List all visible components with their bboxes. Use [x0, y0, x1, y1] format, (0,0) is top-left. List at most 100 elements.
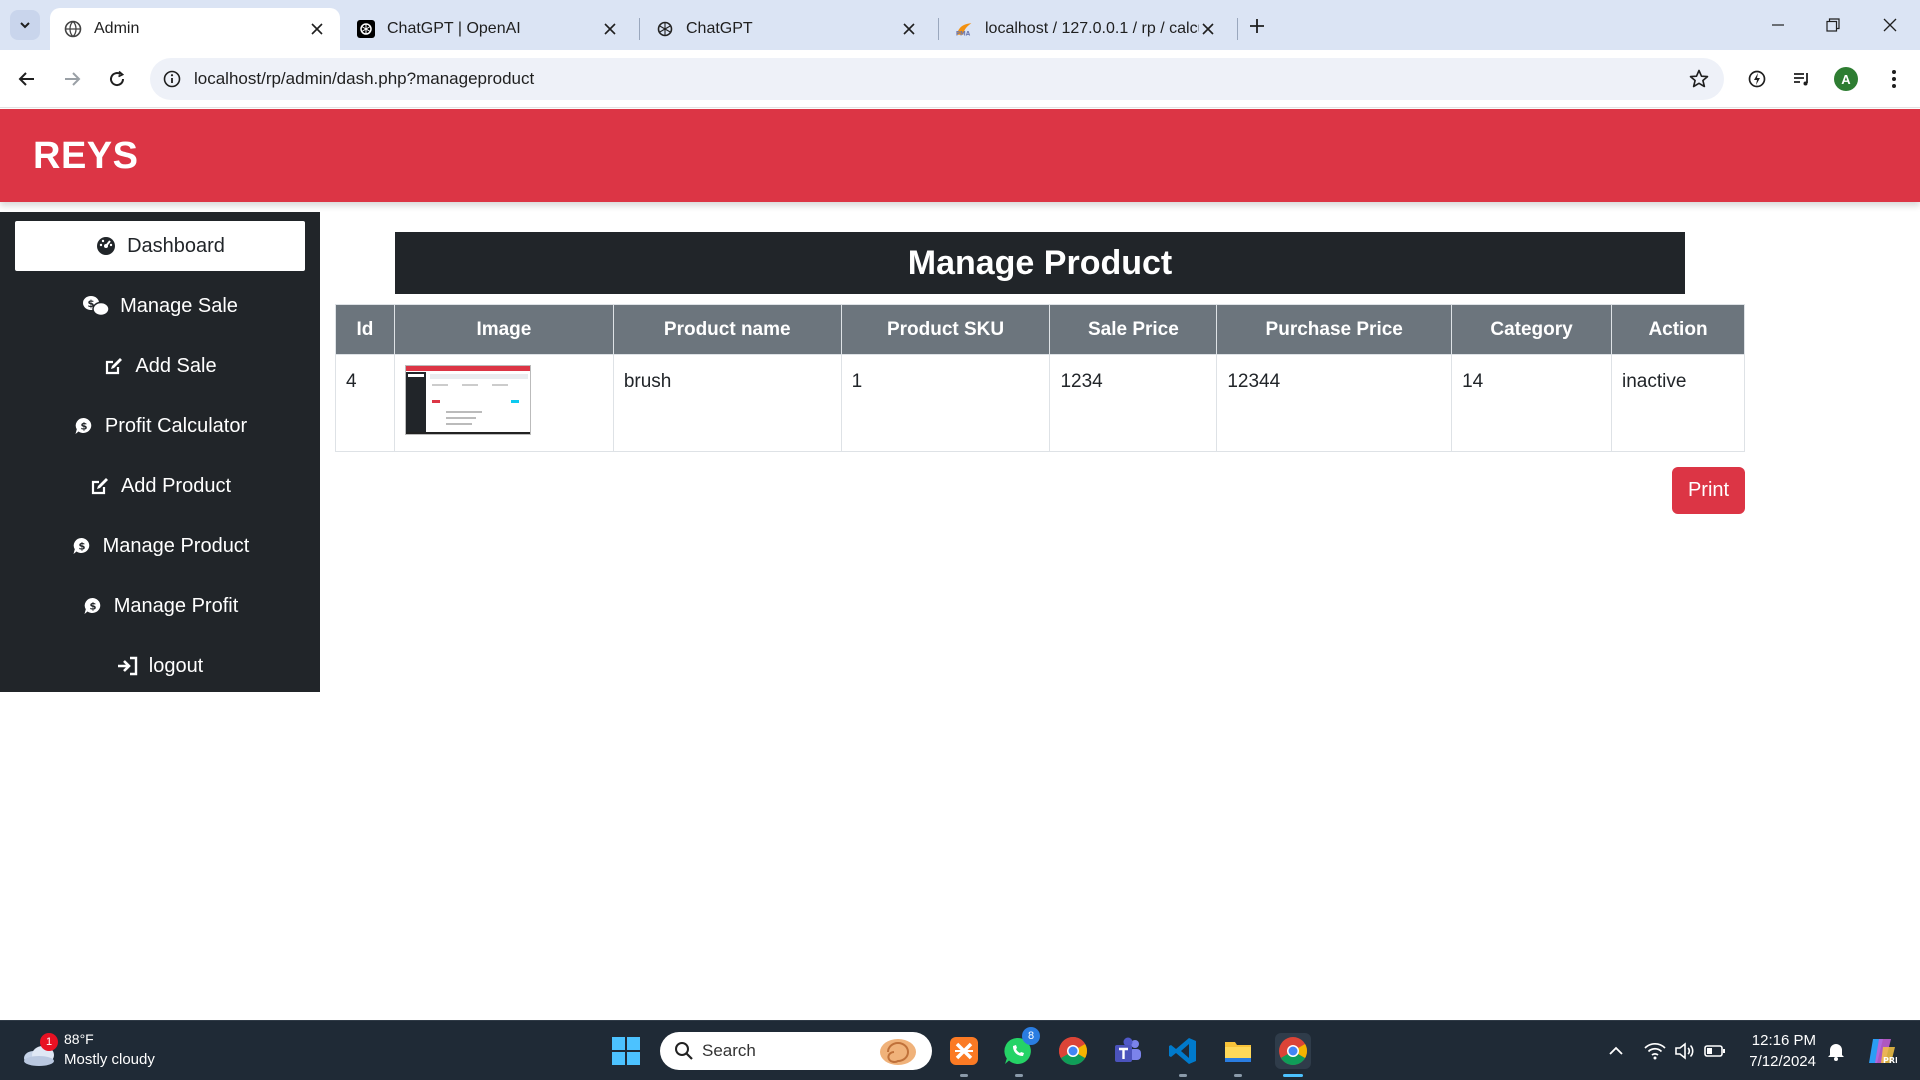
- page-title: Manage Product: [395, 232, 1685, 294]
- url-text[interactable]: localhost/rp/admin/dash.php?manageproduc…: [194, 69, 1674, 89]
- weather-temperature: 88°F: [64, 1031, 94, 1047]
- header-bar: REYS: [0, 109, 1920, 202]
- close-icon: [1883, 18, 1897, 32]
- browser-menu-button[interactable]: [1879, 64, 1909, 94]
- running-indicator: [960, 1074, 968, 1077]
- address-bar[interactable]: localhost/rp/admin/dash.php?manageproduc…: [150, 58, 1724, 100]
- dollar-chat-icon: $: [82, 595, 104, 617]
- tab-title: localhost / 127.0.0.1 / rp / calcu: [985, 20, 1199, 37]
- teams-icon: [1115, 1037, 1141, 1062]
- back-button[interactable]: [12, 64, 42, 94]
- tab-title: ChatGPT | OpenAI: [387, 20, 521, 37]
- column-header-sale-price: Sale Price: [1049, 304, 1218, 355]
- reload-button[interactable]: [102, 64, 132, 94]
- print-button[interactable]: Print: [1672, 467, 1745, 514]
- tab-search-button[interactable]: [10, 10, 40, 40]
- sidebar-item-label: Profit Calculator: [104, 414, 248, 437]
- close-icon[interactable]: [601, 20, 619, 38]
- chrome-app[interactable]: [1055, 1033, 1091, 1069]
- weather-widget[interactable]: 1 88°F Mostly cloudy: [22, 1031, 202, 1071]
- column-header-image: Image: [393, 304, 614, 355]
- sidebar-item-manage-product[interactable]: $ Manage Product: [15, 521, 305, 571]
- tab-separator: [639, 18, 640, 40]
- restore-button[interactable]: [1813, 10, 1853, 40]
- new-tab-button[interactable]: [1244, 13, 1270, 39]
- column-header-product-name: Product name: [612, 304, 842, 355]
- sidebar-item-add-product[interactable]: Add Product: [15, 461, 305, 511]
- sidebar-item-manage-profit[interactable]: $ Manage Profit: [15, 581, 305, 631]
- speaker-icon: [1675, 1042, 1694, 1060]
- media-control-button[interactable]: [1787, 64, 1817, 94]
- file-explorer-app[interactable]: [1220, 1033, 1256, 1069]
- column-header-id: Id: [335, 304, 395, 355]
- battery-icon: [1704, 1045, 1725, 1057]
- xampp-icon: [950, 1037, 978, 1065]
- sidebar-item-manage-sale[interactable]: $ Manage Sale: [15, 281, 305, 331]
- notifications-button[interactable]: [1824, 1039, 1848, 1063]
- globe-icon: [64, 20, 82, 38]
- svg-text:$: $: [80, 422, 87, 433]
- tab-title: ChatGPT: [686, 20, 753, 37]
- sidebar-item-logout[interactable]: logout: [15, 641, 305, 691]
- volume-status[interactable]: [1673, 1039, 1697, 1063]
- cell-image: [393, 354, 614, 452]
- brand-logo[interactable]: REYS: [33, 135, 138, 178]
- tab-chatgpt-openai[interactable]: ChatGPT | OpenAI: [343, 8, 633, 50]
- sidebar-item-label: Add Sale: [135, 354, 217, 377]
- system-clock[interactable]: 12:16 PM 7/12/2024: [1742, 1030, 1816, 1072]
- phpmyadmin-icon: PMA: [955, 20, 973, 38]
- chevron-up-icon: [1609, 1046, 1623, 1055]
- column-header-action: Action: [1611, 304, 1745, 355]
- wifi-icon: [1644, 1042, 1666, 1060]
- vscode-app[interactable]: [1165, 1033, 1201, 1069]
- teams-app[interactable]: [1110, 1033, 1146, 1069]
- sidebar-item-dashboard[interactable]: Dashboard: [15, 221, 305, 271]
- copilot-button[interactable]: PRE: [1864, 1036, 1898, 1066]
- sidebar-item-label: Dashboard: [127, 234, 225, 257]
- cell-product-sku: 1: [840, 354, 1051, 452]
- sidebar-item-add-sale[interactable]: Add Sale: [15, 341, 305, 391]
- sidebar-item-label: Manage Sale: [120, 294, 238, 317]
- reload-icon: [110, 70, 125, 87]
- taskbar: 1 88°F Mostly cloudy Search 8 12:16 PM 7…: [0, 1020, 1920, 1080]
- plus-icon: [1250, 19, 1264, 33]
- sidebar-item-profit-calculator[interactable]: $ Profit Calculator: [15, 401, 305, 451]
- restore-icon: [1826, 18, 1840, 32]
- profile-avatar[interactable]: A: [1834, 67, 1858, 91]
- tab-chatgpt[interactable]: ChatGPT: [642, 8, 932, 50]
- folder-icon: [1225, 1042, 1251, 1062]
- close-window-button[interactable]: [1870, 10, 1910, 40]
- minimize-button[interactable]: [1758, 10, 1798, 40]
- search-icon: [675, 1042, 693, 1060]
- svg-text:PMA: PMA: [956, 32, 971, 38]
- running-indicator: [1234, 1074, 1242, 1077]
- close-icon[interactable]: [1199, 20, 1217, 38]
- forward-button[interactable]: [57, 64, 87, 94]
- whatsapp-app[interactable]: 8: [1000, 1027, 1040, 1069]
- close-icon[interactable]: [308, 20, 326, 38]
- battery-status[interactable]: [1703, 1039, 1727, 1063]
- taskbar-search-placeholder: Search: [702, 1041, 756, 1060]
- tab-admin[interactable]: Admin: [50, 8, 340, 50]
- column-header-product-sku: Product SKU: [840, 304, 1051, 355]
- extension-button[interactable]: [1742, 64, 1772, 94]
- chrome-app-active[interactable]: [1275, 1033, 1311, 1069]
- playlist-icon: [1794, 73, 1808, 86]
- close-icon[interactable]: [900, 20, 918, 38]
- column-header-category: Category: [1451, 304, 1612, 355]
- start-button[interactable]: [608, 1033, 644, 1069]
- xampp-app[interactable]: [946, 1033, 982, 1069]
- bookmark-star-icon[interactable]: [1674, 69, 1724, 89]
- taskbar-search[interactable]: Search: [660, 1032, 932, 1070]
- wifi-status[interactable]: [1643, 1039, 1667, 1063]
- arrow-left-icon: [18, 72, 34, 86]
- whatsapp-badge: 8: [1022, 1027, 1040, 1045]
- product-thumbnail-image[interactable]: [404, 365, 531, 435]
- product-table: Id Image Product name Product SKU Sale P…: [335, 304, 1745, 452]
- running-indicator: [1015, 1074, 1023, 1077]
- cell-action[interactable]: inactive: [1611, 354, 1745, 452]
- cell-product-name: brush: [612, 354, 842, 452]
- site-info-icon[interactable]: [150, 70, 194, 88]
- tray-overflow-button[interactable]: [1604, 1039, 1628, 1063]
- tab-phpmyadmin[interactable]: PMA localhost / 127.0.0.1 / rp / calcu: [941, 8, 1231, 50]
